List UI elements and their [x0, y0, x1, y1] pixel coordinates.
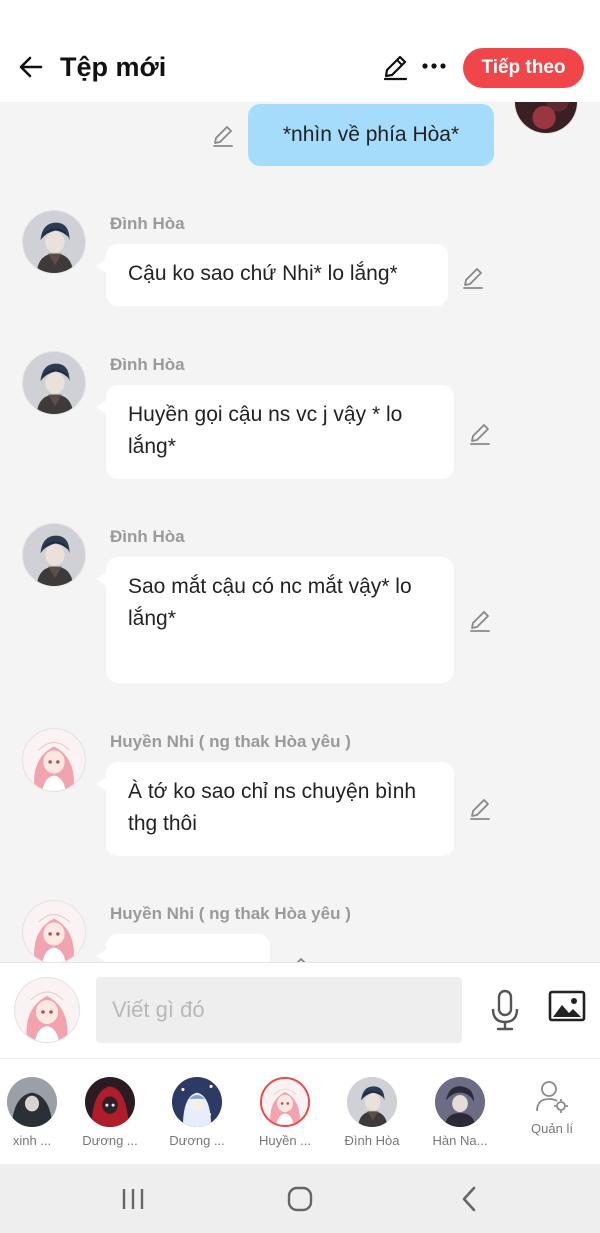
avatar-image: [23, 729, 85, 791]
image-upload-button[interactable]: [548, 989, 586, 1027]
character-item[interactable]: xinh ...: [0, 1077, 72, 1148]
home-button[interactable]: [280, 1184, 320, 1214]
pencil-icon[interactable]: [460, 264, 486, 290]
character-avatar: [172, 1077, 222, 1127]
avatar-image: [23, 352, 85, 414]
home-icon: [287, 1186, 313, 1212]
self-avatar[interactable]: [514, 102, 578, 134]
recent-apps-icon: [122, 1189, 144, 1209]
character-item[interactable]: Đình Hòa: [332, 1077, 412, 1148]
manage-user-icon: [536, 1081, 568, 1113]
pencil-icon[interactable]: [210, 122, 236, 148]
character-item[interactable]: Hàn Na...: [420, 1077, 500, 1148]
character-bar: xinh ... Dương ... Dương ... Huyền ... Đ…: [0, 1058, 600, 1164]
system-back-button[interactable]: [449, 1184, 489, 1214]
back-chevron-icon: [462, 1186, 476, 1212]
avatar[interactable]: [22, 210, 86, 274]
avatar[interactable]: [22, 728, 86, 792]
character-label: Huyền ...: [258, 1133, 312, 1148]
character-label: Quản lí: [531, 1121, 573, 1136]
page-title: Tệp mới: [60, 52, 167, 82]
character-label: Dương ...: [82, 1133, 138, 1148]
message-bubble[interactable]: À tớ ko sao chỉ ns chuyện bình thg thôi: [96, 762, 454, 856]
character-avatar: [7, 1077, 57, 1127]
character-item[interactable]: Dương ...: [157, 1077, 237, 1148]
sender-name: Đình Hòa: [110, 527, 185, 546]
character-avatar: [435, 1077, 485, 1127]
manage-characters-button[interactable]: Quản lí: [512, 1079, 592, 1136]
current-character-avatar[interactable]: [14, 977, 80, 1043]
character-avatar: [347, 1077, 397, 1127]
top-bar: Tệp mới Tiếp theo: [0, 36, 600, 102]
microphone-button[interactable]: [488, 989, 522, 1031]
chat-thread[interactable]: *nhìn về phía Hòa* Đình Hòa Cậu ko sao c…: [0, 102, 600, 962]
arrow-left-icon: [19, 56, 43, 78]
self-message-bubble[interactable]: *nhìn về phía Hòa*: [248, 104, 494, 166]
sender-name: Đình Hòa: [110, 214, 185, 233]
character-label: Hàn Na...: [432, 1133, 488, 1148]
character-item[interactable]: Dương ...: [70, 1077, 150, 1148]
character-label: Dương ...: [169, 1133, 225, 1148]
sender-name: Huyền Nhi ( ng thak Hòa yêu ): [110, 732, 351, 751]
pencil-icon[interactable]: [467, 795, 493, 821]
microphone-icon: [491, 989, 519, 1031]
character-item[interactable]: Huyền ...: [245, 1077, 325, 1148]
message-bubble[interactable]: Sao mắt cậu có nc mắt vậy* lo lắng*: [96, 557, 454, 683]
pencil-icon[interactable]: [467, 420, 493, 446]
pencil-icon[interactable]: [284, 954, 310, 962]
character-avatar: [260, 1077, 310, 1127]
character-label: xinh ...: [12, 1133, 52, 1148]
status-area: [0, 0, 600, 36]
avatar[interactable]: [22, 900, 86, 962]
sender-name: Huyền Nhi ( ng thak Hòa yêu ): [110, 904, 351, 923]
message-bubble[interactable]: [96, 934, 270, 962]
back-button[interactable]: [14, 50, 48, 84]
avatar[interactable]: [22, 351, 86, 415]
message-bubble[interactable]: Huyền gọi cậu ns vc j vậy * lo lắng*: [96, 385, 454, 479]
message-bubble[interactable]: Cậu ko sao chứ Nhi* lo lắng*: [96, 244, 448, 306]
edit-title-button[interactable]: [380, 52, 410, 82]
avatar-image: [23, 211, 85, 273]
next-button[interactable]: Tiếp theo: [463, 48, 584, 88]
pencil-icon[interactable]: [467, 607, 493, 633]
message-input[interactable]: Viết gì đó: [96, 977, 462, 1043]
more-options-button[interactable]: [418, 50, 450, 82]
avatar-image: [23, 524, 85, 586]
message-composer: Viết gì đó: [0, 962, 600, 1058]
more-horizontal-icon: [422, 63, 446, 69]
sender-name: Đình Hòa: [110, 355, 185, 374]
character-avatar: [85, 1077, 135, 1127]
avatar-image: [23, 901, 85, 962]
character-label: Đình Hòa: [344, 1133, 400, 1148]
system-nav-bar: [0, 1164, 600, 1233]
image-icon: [548, 990, 586, 1022]
avatar-image: [515, 102, 577, 133]
recent-apps-button[interactable]: [113, 1184, 153, 1214]
pencil-icon: [383, 55, 408, 81]
avatar-image: [15, 978, 79, 1042]
avatar[interactable]: [22, 523, 86, 587]
